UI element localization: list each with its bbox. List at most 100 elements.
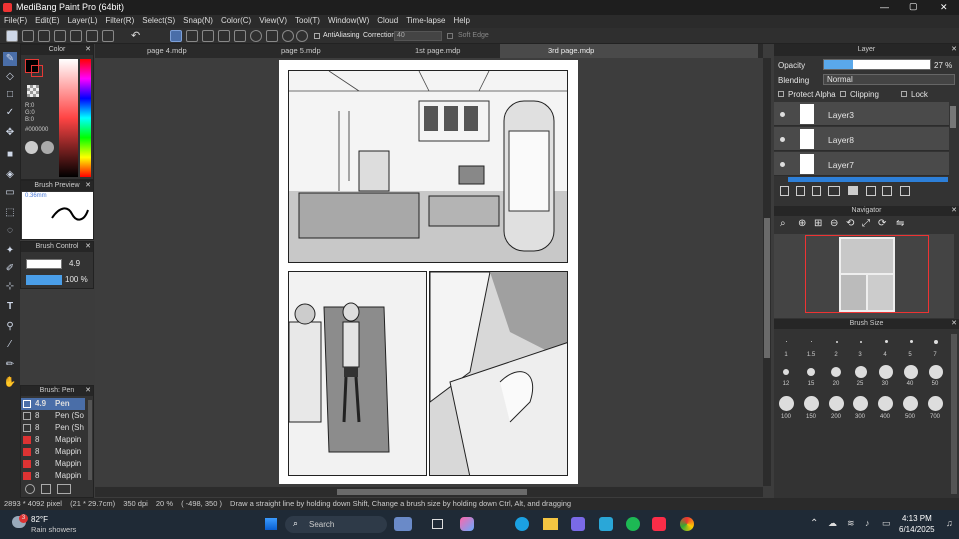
- circle-snap-icon[interactable]: [250, 30, 262, 42]
- brush-size-scrollbar[interactable]: [951, 334, 957, 494]
- bucket-tool-icon[interactable]: ◈: [3, 168, 17, 182]
- brush-settings-icon[interactable]: [25, 484, 35, 494]
- duplicate-layer-icon[interactable]: [866, 186, 876, 196]
- clock-time[interactable]: 4:13 PM: [902, 514, 932, 523]
- brush-menu-icon[interactable]: [57, 484, 71, 494]
- brush-item[interactable]: 8 Mappin: [21, 458, 85, 470]
- windows-start-icon[interactable]: [265, 518, 277, 530]
- close-icon[interactable]: ✕: [85, 45, 91, 55]
- palette-icon[interactable]: [25, 141, 38, 154]
- medibang-taskbar-icon[interactable]: [599, 517, 613, 531]
- bell-icon[interactable]: ♫: [946, 518, 953, 528]
- tab-3rd-page[interactable]: 3rd page.mdp: [500, 44, 758, 58]
- eye-icon[interactable]: [780, 112, 785, 117]
- layer-item[interactable]: Layer8: [774, 127, 949, 151]
- pen-tool-icon[interactable]: ✎: [3, 52, 17, 66]
- eyedropper-icon[interactable]: ⁄: [3, 338, 17, 352]
- grid-snap-icon[interactable]: [202, 30, 214, 42]
- close-icon[interactable]: ✕: [951, 319, 957, 329]
- snap-off-icon[interactable]: [170, 30, 182, 42]
- brush-item[interactable]: 8 Mappin: [21, 470, 85, 481]
- cloud-sync-icon[interactable]: ☁: [828, 518, 837, 529]
- operation-tool-icon[interactable]: ⚲: [3, 320, 17, 334]
- layer-opacity-slider[interactable]: [823, 59, 931, 70]
- menu-layer[interactable]: Layer(L): [64, 15, 102, 26]
- color-saturation-bar[interactable]: [59, 59, 78, 177]
- transparent-swatch[interactable]: [27, 85, 39, 97]
- menu-filter[interactable]: Filter(R): [101, 15, 138, 26]
- navigator-view[interactable]: [774, 234, 954, 318]
- menu-edit[interactable]: Edit(E): [31, 15, 63, 26]
- menu-view[interactable]: View(V): [255, 15, 291, 26]
- monitor-icon[interactable]: [54, 30, 66, 42]
- close-button[interactable]: ✕: [940, 2, 948, 13]
- parallel-snap-icon[interactable]: [186, 30, 198, 42]
- menu-window[interactable]: Window(W): [324, 15, 373, 26]
- select-tool-icon[interactable]: ⬚: [3, 206, 17, 220]
- edge-icon[interactable]: [515, 517, 529, 531]
- wifi-icon[interactable]: ≋: [847, 518, 855, 529]
- settings-snap-icon[interactable]: [296, 30, 308, 42]
- correction-select[interactable]: 40: [394, 31, 442, 41]
- menu-file[interactable]: File(F): [0, 15, 31, 26]
- hue-bar[interactable]: [80, 59, 91, 177]
- perspective-snap-icon[interactable]: [218, 30, 230, 42]
- panel-icon[interactable]: [102, 30, 114, 42]
- layer-item[interactable]: Layer3: [774, 102, 949, 126]
- volume-icon[interactable]: ♪: [865, 518, 870, 528]
- fit-icon[interactable]: ⊞: [814, 218, 822, 229]
- undo-icon[interactable]: ↶: [131, 29, 140, 42]
- soft-edge-checkbox[interactable]: [447, 33, 453, 39]
- brush-opacity-slider[interactable]: [26, 275, 62, 285]
- clipping-checkbox[interactable]: [840, 91, 846, 97]
- clock-date[interactable]: 6/14/2025: [899, 525, 935, 534]
- color-wheel-icon[interactable]: [41, 141, 54, 154]
- selected-layer-indicator[interactable]: [788, 177, 948, 182]
- text-tool-icon[interactable]: T: [3, 300, 17, 314]
- menu-snap[interactable]: Snap(N): [179, 15, 217, 26]
- brush-size-slider[interactable]: [26, 259, 62, 269]
- comment-icon[interactable]: [38, 30, 50, 42]
- brush-list-scrollbar[interactable]: [88, 400, 92, 480]
- zoom-in-icon[interactable]: ⊕: [798, 218, 806, 229]
- menu-help[interactable]: Help: [449, 15, 473, 26]
- zoom-icon[interactable]: ⌕: [780, 218, 786, 229]
- menu-color[interactable]: Color(C): [217, 15, 255, 26]
- new-halftone-layer-icon[interactable]: [796, 186, 805, 196]
- manga-page[interactable]: [279, 60, 578, 484]
- close-icon[interactable]: ✕: [85, 386, 91, 396]
- copilot-icon[interactable]: [460, 517, 474, 531]
- layer-scrollbar[interactable]: [950, 106, 956, 128]
- curve-snap-icon[interactable]: [266, 30, 278, 42]
- select-pen-icon[interactable]: ✐: [3, 262, 17, 276]
- magic-wand-icon[interactable]: ✦: [3, 244, 17, 258]
- close-icon[interactable]: ✕: [951, 206, 957, 216]
- maximize-button[interactable]: ▢: [909, 1, 918, 12]
- rotate-right-icon[interactable]: ⟳: [878, 218, 886, 229]
- page-icon[interactable]: [70, 30, 82, 42]
- music-icon[interactable]: [652, 517, 666, 531]
- layer-item[interactable]: Layer7: [774, 152, 949, 176]
- hand-tool-icon[interactable]: ✋: [3, 376, 17, 390]
- brush-item[interactable]: 8 Mappin: [21, 446, 85, 458]
- battery-icon[interactable]: ▭: [882, 518, 891, 529]
- fullscreen-icon[interactable]: ⤢: [862, 218, 870, 229]
- minimize-button[interactable]: —: [880, 2, 889, 12]
- tab-1st-page[interactable]: 1st page.mdp: [415, 46, 460, 55]
- check-tool-icon[interactable]: ✓: [3, 106, 17, 120]
- cloud-icon[interactable]: [6, 30, 18, 42]
- brush-item[interactable]: 8 Pen (So: [21, 410, 85, 422]
- menu-tool[interactable]: Tool(T): [291, 15, 324, 26]
- zoom-out-icon[interactable]: ⊖: [830, 218, 838, 229]
- eye-icon[interactable]: [780, 162, 785, 167]
- tab-page-5[interactable]: page 5.mdp: [281, 46, 321, 55]
- fill-rect-icon[interactable]: ■: [3, 148, 17, 162]
- frame-tool-icon[interactable]: ✏: [3, 358, 17, 372]
- search-box[interactable]: ⌕ Search: [285, 516, 387, 533]
- new-8bit-layer-icon[interactable]: [812, 186, 821, 196]
- radial-snap-icon[interactable]: [234, 30, 246, 42]
- lock-checkbox[interactable]: [901, 91, 907, 97]
- antialias-checkbox[interactable]: [314, 33, 320, 39]
- close-icon[interactable]: ✕: [85, 242, 91, 252]
- spotify-icon[interactable]: [626, 517, 640, 531]
